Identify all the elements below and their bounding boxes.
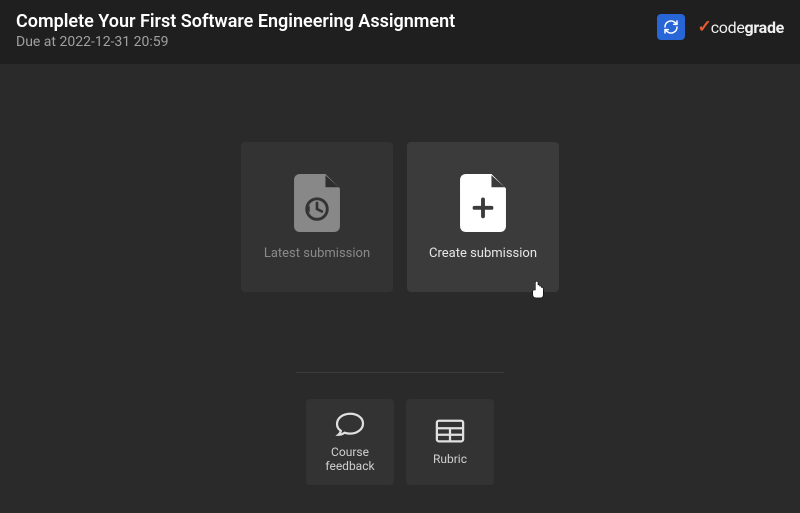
secondary-actions: Course feedback Rubric: [306, 399, 494, 485]
header-left: Complete Your First Software Engineering…: [16, 10, 455, 50]
primary-actions: Latest submission Create submission: [241, 142, 559, 292]
refresh-icon: [663, 19, 679, 35]
logo: ✓ codegrade: [697, 17, 784, 37]
refresh-button[interactable]: [657, 14, 685, 40]
header: Complete Your First Software Engineering…: [0, 0, 800, 64]
page-title: Complete Your First Software Engineering…: [16, 10, 455, 33]
file-history-icon: [291, 174, 343, 232]
divider: [296, 372, 504, 373]
latest-submission-card[interactable]: Latest submission: [241, 142, 393, 292]
rubric-card[interactable]: Rubric: [406, 399, 494, 485]
speech-bubble-icon: [335, 411, 365, 437]
course-feedback-card[interactable]: Course feedback: [306, 399, 394, 485]
header-right: ✓ codegrade: [657, 10, 784, 40]
rubric-label: Rubric: [433, 452, 467, 466]
logo-text: codegrade: [711, 18, 784, 37]
create-submission-card[interactable]: Create submission: [407, 142, 559, 292]
table-icon: [435, 418, 465, 444]
latest-submission-label: Latest submission: [264, 246, 370, 261]
main-content: Latest submission Create submission Cour…: [0, 64, 800, 485]
due-date: Due at 2022-12-31 20:59: [16, 34, 455, 50]
course-feedback-label: Course feedback: [325, 445, 374, 474]
file-plus-icon: [457, 174, 509, 232]
create-submission-label: Create submission: [429, 246, 537, 261]
logo-mark: ✓: [697, 17, 711, 37]
